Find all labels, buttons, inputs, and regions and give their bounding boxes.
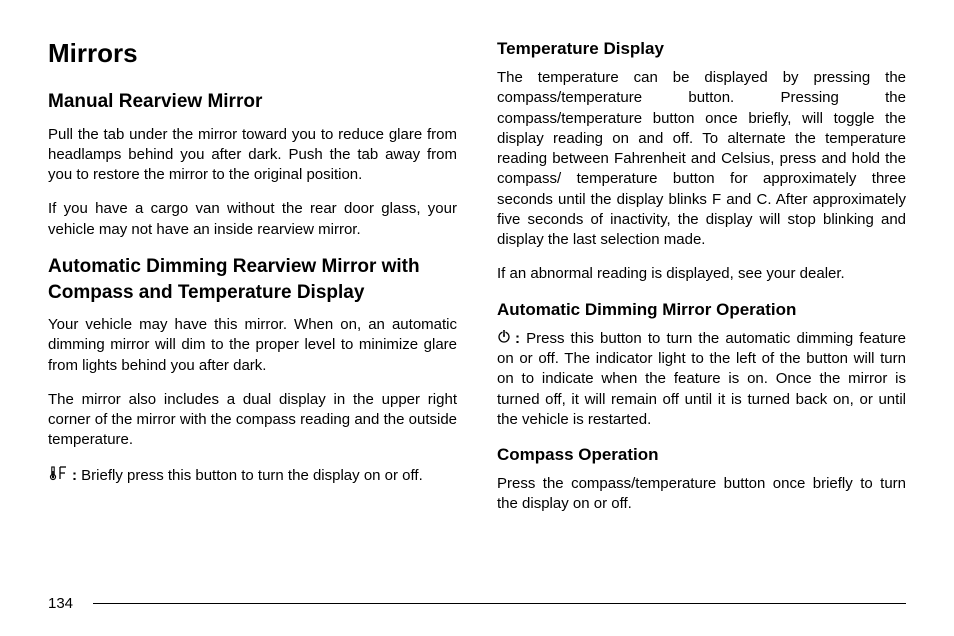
icon-instruction-text: Press this button to turn the automatic …: [497, 330, 906, 428]
heading-auto-dimming-operation: Automatic Dimming Mirror Operation: [497, 299, 906, 321]
heading-temperature-display: Temperature Display: [497, 38, 906, 60]
power-icon: [497, 329, 511, 349]
page-footer: 134: [48, 595, 906, 612]
heading-compass-operation: Compass Operation: [497, 444, 906, 466]
body-text: If an abnormal reading is displayed, see…: [497, 264, 906, 284]
thermometer-icon: [48, 465, 70, 487]
heading-auto-dimming: Automatic Dimming Rearview Mirror with C…: [48, 254, 457, 305]
body-text: The temperature can be displayed by pres…: [497, 68, 906, 250]
page-columns: Mirrors Manual Rearview Mirror Pull the …: [48, 38, 906, 578]
body-text: Your vehicle may have this mirror. When …: [48, 315, 457, 376]
footer-rule: [93, 603, 906, 605]
body-text: Pull the tab under the mirror toward you…: [48, 125, 457, 186]
section-title: Mirrors: [48, 38, 457, 69]
icon-instruction-text: Briefly press this button to turn the di…: [81, 467, 423, 484]
icon-instruction: : Press this button to turn the automati…: [497, 329, 906, 430]
left-column: Mirrors Manual Rearview Mirror Pull the …: [48, 38, 457, 578]
body-text: Press the compass/temperature button onc…: [497, 474, 906, 515]
body-text: The mirror also includes a dual display …: [48, 390, 457, 451]
right-column: Temperature Display The temperature can …: [497, 38, 906, 578]
page-number: 134: [48, 595, 73, 612]
body-text: If you have a cargo van without the rear…: [48, 199, 457, 240]
icon-instruction: : Briefly press this button to turn the …: [48, 465, 457, 487]
heading-manual-rearview: Manual Rearview Mirror: [48, 89, 457, 115]
